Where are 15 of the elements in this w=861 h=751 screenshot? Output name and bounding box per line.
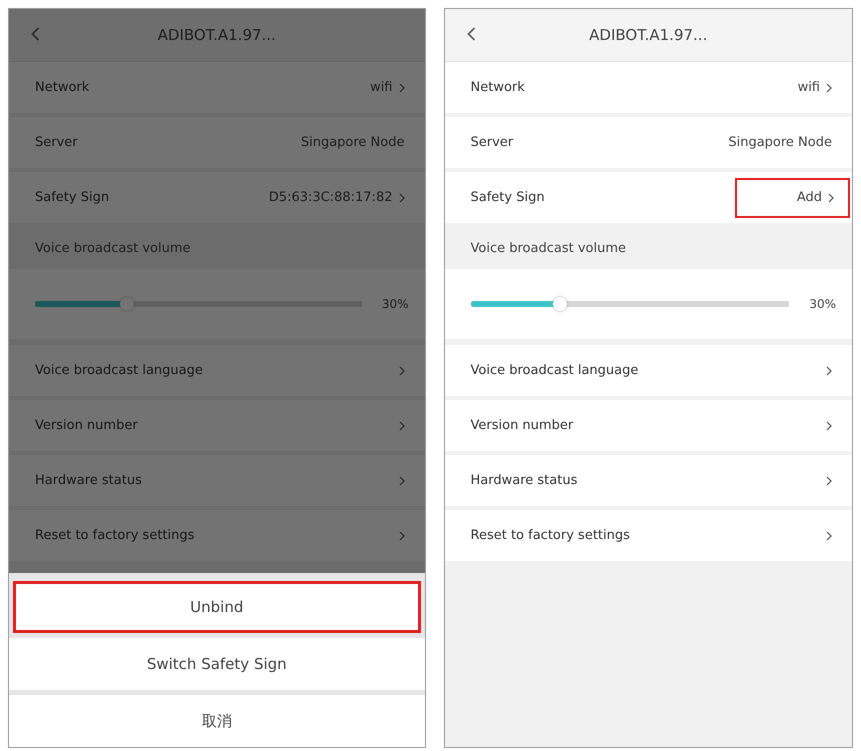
setting-value: Singapore Node (728, 135, 832, 150)
screen-title: ADIBOT.A1.97... (589, 26, 708, 44)
sheet-option[interactable]: 取消 (9, 695, 424, 747)
setting-value: Add (796, 190, 822, 205)
volume-reading: 30% (382, 297, 408, 311)
setting-value: wifi (370, 80, 392, 95)
setting-value: wifi (798, 80, 820, 95)
back-icon[interactable] (31, 26, 40, 42)
setting-value: Singapore Node (300, 135, 404, 150)
back-icon[interactable] (466, 26, 476, 42)
sheet-option[interactable]: Unbind (13, 581, 420, 633)
volume-reading: 30% (809, 297, 836, 311)
sheet-option[interactable]: Switch Safety Sign (9, 638, 424, 690)
setting-value: D5:63:3C:88:17:82 (268, 190, 392, 205)
screen-title: ADIBOT.A1.97... (158, 26, 276, 44)
